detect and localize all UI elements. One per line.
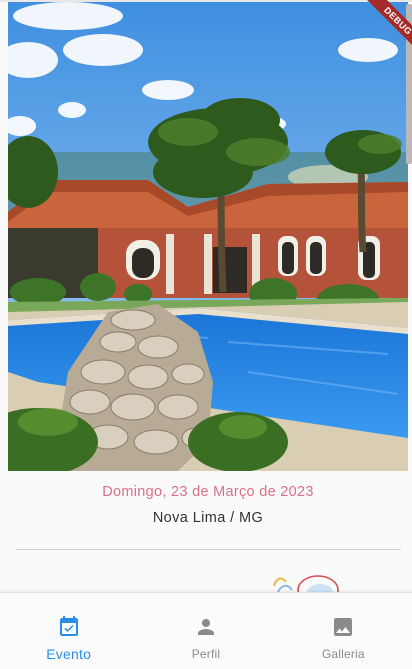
debug-banner: DEBUG (352, 0, 412, 60)
nav-item-evento[interactable]: Evento (0, 593, 137, 669)
nav-label-galleria: Galleria (321, 647, 365, 661)
nav-item-perfil[interactable]: Perfil (137, 593, 274, 669)
debug-banner-label: DEBUG (363, 0, 412, 56)
nav-label-evento: Evento (46, 646, 92, 662)
person-icon (197, 619, 214, 635)
partial-illustration (268, 572, 342, 593)
event-hero-image (8, 2, 408, 471)
event-scroll-view[interactable]: Domingo, 23 de Março de 2023 Nova Lima /… (0, 0, 412, 593)
nav-item-galleria[interactable]: Galleria (275, 593, 412, 669)
event-available-icon (59, 616, 78, 636)
app-screen: Domingo, 23 de Março de 2023 Nova Lima /… (0, 0, 412, 669)
image-icon (334, 618, 353, 636)
nav-label-perfil: Perfil (191, 647, 221, 661)
bottom-navigation-bar: Evento Perfil Galleria (0, 592, 412, 669)
event-date: Domingo, 23 de Março de 2023 (102, 484, 314, 500)
event-location: Nova Lima / MG (152, 510, 264, 526)
section-divider (16, 549, 401, 550)
